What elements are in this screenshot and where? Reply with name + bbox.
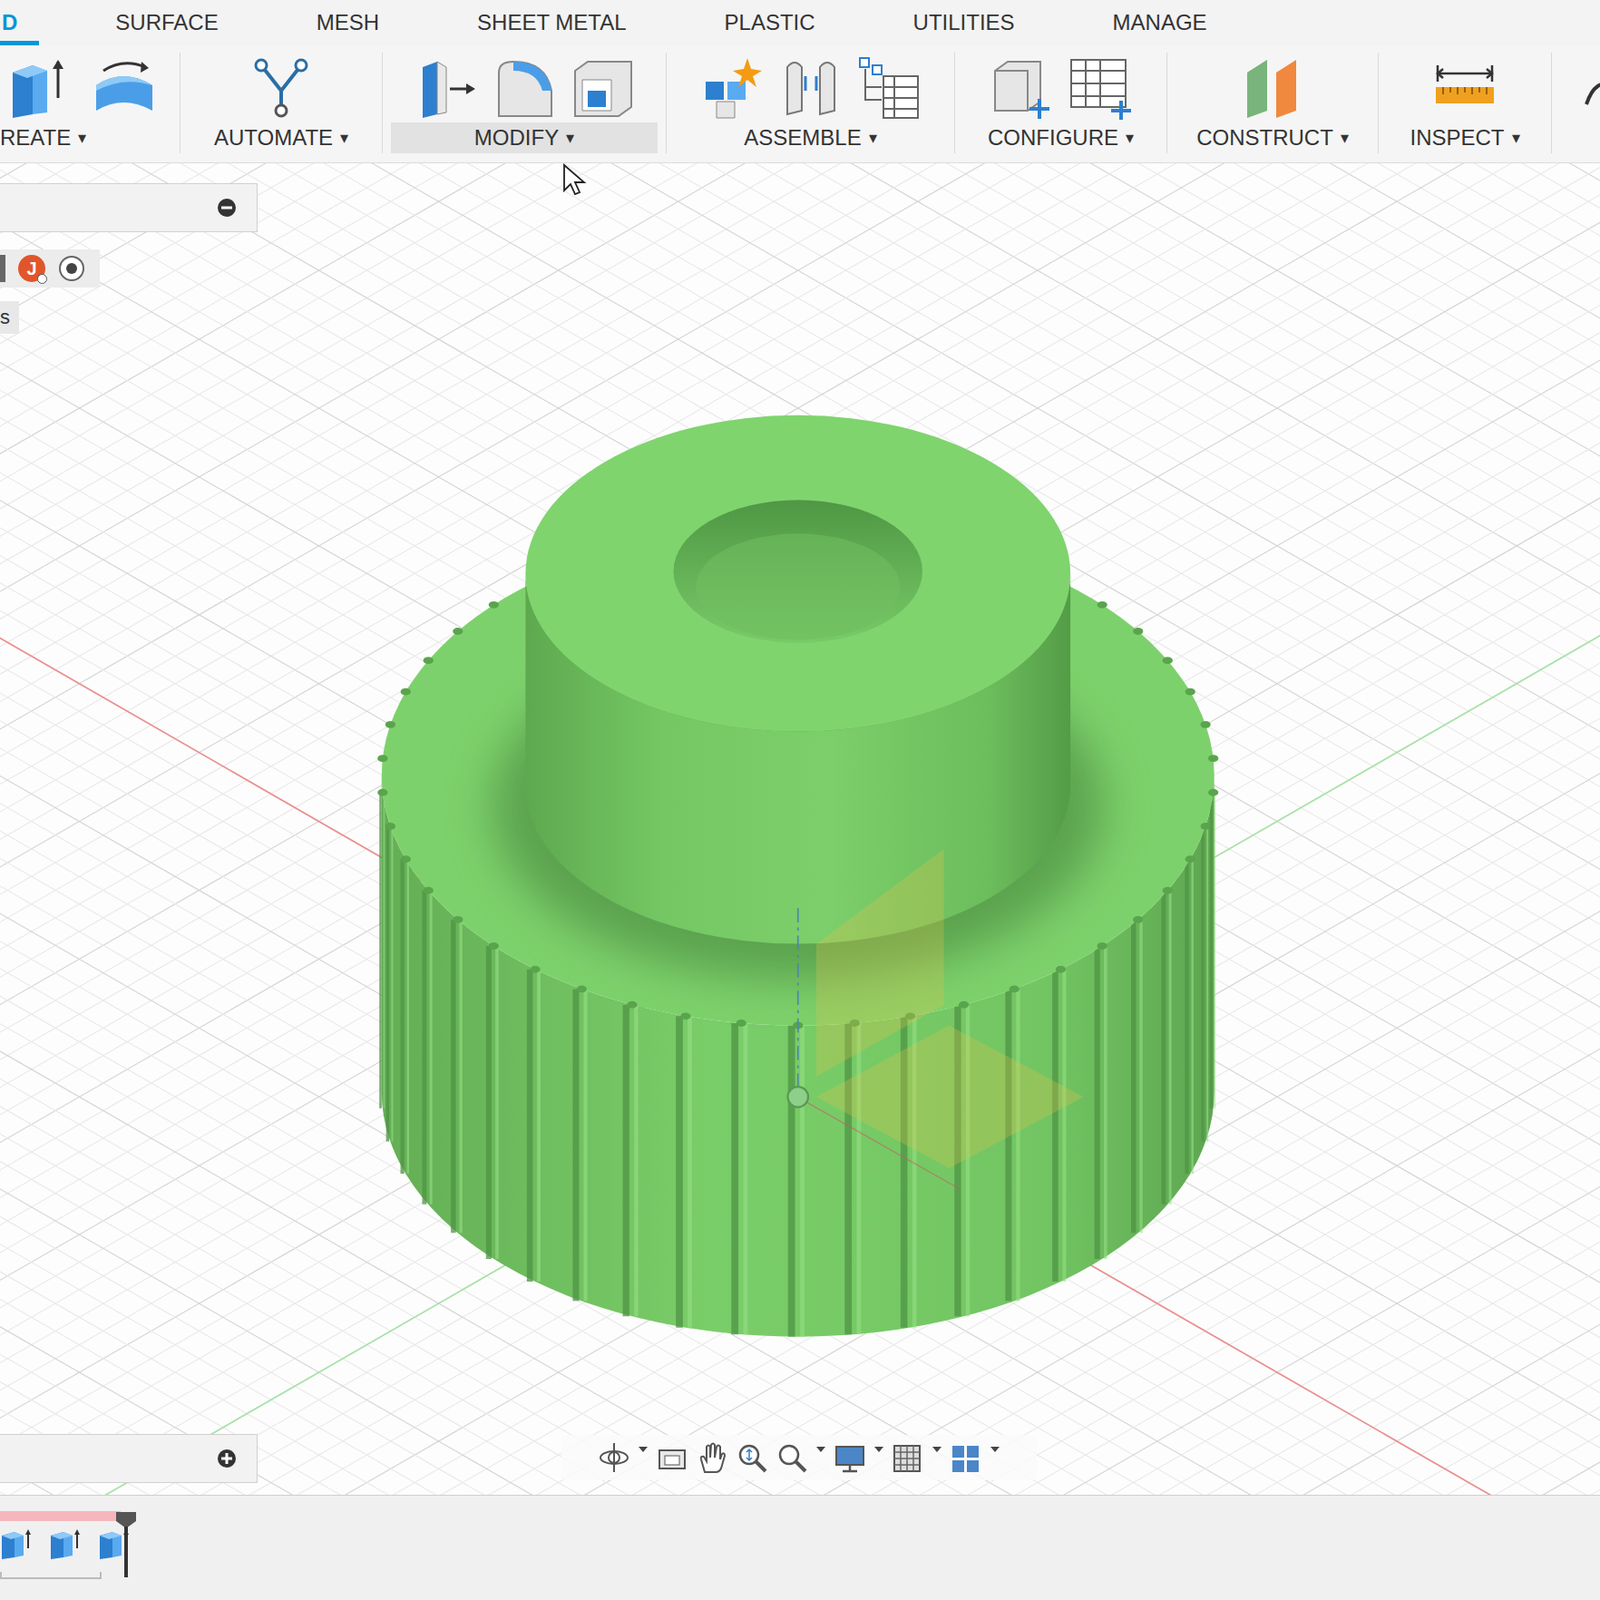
dropdown-icon[interactable] [873,1441,885,1474]
tool-icons [1378,52,1552,123]
look-at-icon[interactable] [655,1441,689,1474]
workspace-tab[interactable]: PLASTIC [722,0,818,46]
automate-icon[interactable] [248,54,314,120]
user-avatar[interactable]: J [18,254,46,283]
fit-icon[interactable] [775,1441,809,1474]
browser-row: J [0,249,100,288]
timeline-group-bracket [0,1571,102,1580]
dropdown-icon[interactable] [931,1441,943,1474]
toolbar-group: CONSTRUCT▾ [1167,52,1379,154]
component-icon[interactable] [700,54,766,120]
workspace-tabs: D SURFACE MESH SHEET METAL PLASTIC UTILITIES M… [0,0,1600,46]
extrude-icon[interactable] [5,54,71,120]
extrude-feature-icon[interactable] [0,1526,33,1563]
timeline-range [0,1511,121,1522]
toolbar-group: REATE▾ [0,52,181,154]
toolbar-group: INSPECT▾ [1378,52,1552,154]
collapse-icon[interactable] [216,197,237,218]
group-menu-button[interactable]: REATE▾ [0,122,180,154]
toolbar-group: ASSEMBLE▾ [666,52,956,154]
tool-icons [1167,52,1378,123]
group-menu-button[interactable]: INSPECT▾ [1386,122,1543,154]
browser-panel-header [0,183,258,233]
group-menu-button[interactable]: MODIFY▾ [390,122,658,154]
dropdown-icon[interactable] [989,1441,1001,1474]
browser-item[interactable]: s [0,301,20,334]
presspull-icon[interactable] [413,54,479,120]
tool-icons [0,52,180,123]
timeline-marker-icon[interactable] [116,1512,137,1578]
tool-icons [382,52,666,123]
toolbar-group: MODIFY▾ [382,52,667,154]
cursor-icon [562,163,588,198]
model-canvas[interactable] [0,163,1600,1495]
viewports-icon[interactable] [949,1441,983,1474]
workspace-tab[interactable]: MANAGE [1111,0,1210,46]
fillet-icon[interactable] [491,54,557,120]
group-menu-button[interactable]: AUTOMATE▾ [188,122,374,154]
table-icon[interactable] [1067,54,1133,120]
pan-icon[interactable] [695,1441,729,1474]
workspace-tab[interactable]: D [0,0,20,46]
measure-icon[interactable] [1432,54,1498,120]
radio-icon[interactable] [58,254,86,283]
timeline-features [0,1526,131,1563]
select-icon[interactable] [1577,58,1600,125]
workspace-tab[interactable]: SHEET METAL [475,0,628,46]
workspace-tab[interactable]: SURFACE [113,0,220,46]
folder-icon [0,254,6,283]
toolbar-group [1551,52,1600,154]
tool-icons [955,52,1167,123]
tool-icons [1551,52,1600,131]
expand-icon[interactable] [216,1448,237,1469]
toolbar: REATE▾AUTOMATE▾ MODIFY▾ ASSEMBLE▾ CONFIGURE… [0,45,1600,164]
shell-icon[interactable] [569,54,635,120]
orbit-icon[interactable] [597,1441,631,1474]
tool-icons [666,52,955,123]
dropdown-icon[interactable] [637,1441,649,1474]
revolve-icon[interactable] [90,54,157,120]
group-menu-button[interactable]: CONFIGURE▾ [963,122,1159,154]
comments-panel [0,1434,258,1483]
timeline [0,1494,1600,1600]
joint-icon[interactable] [778,54,844,120]
workspace-tab[interactable]: MESH [314,0,381,46]
toolbar-group: CONFIGURE▾ [955,52,1168,154]
tool-icons [180,52,382,123]
extrude-feature-icon[interactable] [48,1526,82,1563]
plane-icon[interactable] [1239,54,1306,120]
zoom-icon[interactable] [735,1441,769,1474]
navigation-bar [561,1434,1037,1481]
dropdown-icon[interactable] [815,1441,827,1474]
group-menu-button[interactable]: ASSEMBLE▾ [674,122,947,154]
toolbar-group: AUTOMATE▾ [180,52,383,154]
workspace-tab[interactable]: UTILITIES [911,0,1017,46]
group-menu-button[interactable]: CONSTRUCT▾ [1175,122,1370,154]
grid-icon[interactable] [891,1441,925,1474]
config-icon[interactable] [989,54,1055,120]
display-icon[interactable] [833,1441,867,1474]
canvas-viewport[interactable]: Js [0,163,1600,1495]
bom-icon[interactable] [856,54,922,120]
status-dot [37,273,48,284]
